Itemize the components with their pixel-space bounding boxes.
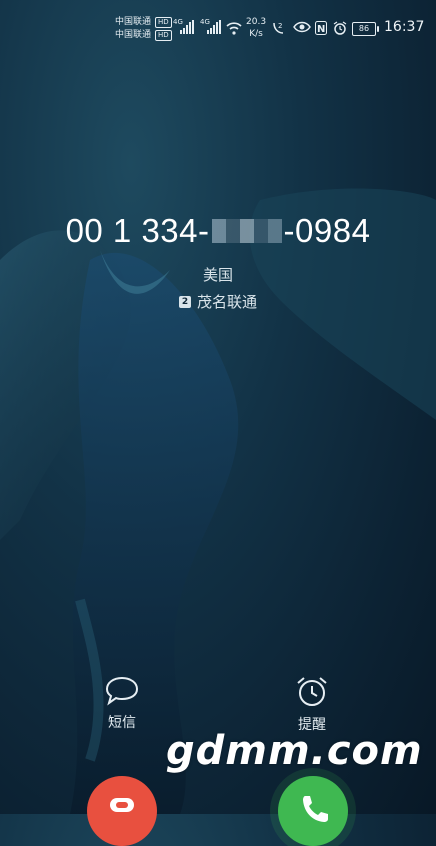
number-redaction <box>211 219 282 244</box>
carrier-2-label: 中国联通 <box>115 30 152 40</box>
hd-badge-1: HD <box>155 17 172 28</box>
wifi-icon <box>226 22 242 35</box>
hang-up-icon <box>110 798 134 812</box>
decline-button[interactable] <box>87 776 157 846</box>
message-label: 短信 <box>108 715 136 731</box>
network-speed: 20.3 K/s <box>246 16 266 40</box>
carrier-info: 中国联通 HD 中国联通 HD <box>115 16 172 42</box>
svg-text:2: 2 <box>278 22 282 30</box>
clock: 16:37 <box>384 19 425 35</box>
watermark: gdmm.com <box>166 728 423 774</box>
alarm-icon <box>333 21 347 35</box>
reminder-button[interactable]: 提醒 <box>272 676 352 734</box>
signal-1-icon <box>180 20 194 34</box>
speed-value: 20.3 <box>246 17 267 27</box>
answer-button[interactable] <box>278 776 348 846</box>
carrier-1-label: 中国联通 <box>115 17 152 27</box>
nfc-icon: N <box>315 21 327 35</box>
caller-info: 00 1 334- -0984 美国 2 茂名联通 <box>0 212 436 312</box>
svg-text:N: N <box>317 24 325 35</box>
message-icon <box>105 676 139 706</box>
alarm-clock-icon <box>297 677 327 706</box>
phone-icon <box>303 796 328 822</box>
caller-location: 美国 <box>202 266 233 284</box>
status-bar: 中国联通 HD 中国联通 HD 4G 4G 20.3 K/s 2 N 86 16:3… <box>0 12 436 46</box>
sim-info: 2 茂名联通 <box>0 291 436 312</box>
wallpaper <box>0 188 436 814</box>
hd-badge-2: HD <box>155 30 172 41</box>
speed-unit: K/s <box>249 29 263 39</box>
battery-indicator: 86 <box>352 22 379 36</box>
signal-2-icon <box>207 20 221 34</box>
caller-number: 00 1 334- -0984 <box>66 212 371 250</box>
call-forward-icon: 2 <box>273 22 284 34</box>
message-button[interactable]: 短信 <box>82 676 162 732</box>
number-prefix: 00 1 334- <box>65 212 210 249</box>
eye-comfort-icon <box>293 21 311 33</box>
sim-slot-badge: 2 <box>178 295 191 308</box>
number-suffix: -0984 <box>283 212 371 249</box>
sim-carrier-label: 茂名联通 <box>196 293 257 311</box>
